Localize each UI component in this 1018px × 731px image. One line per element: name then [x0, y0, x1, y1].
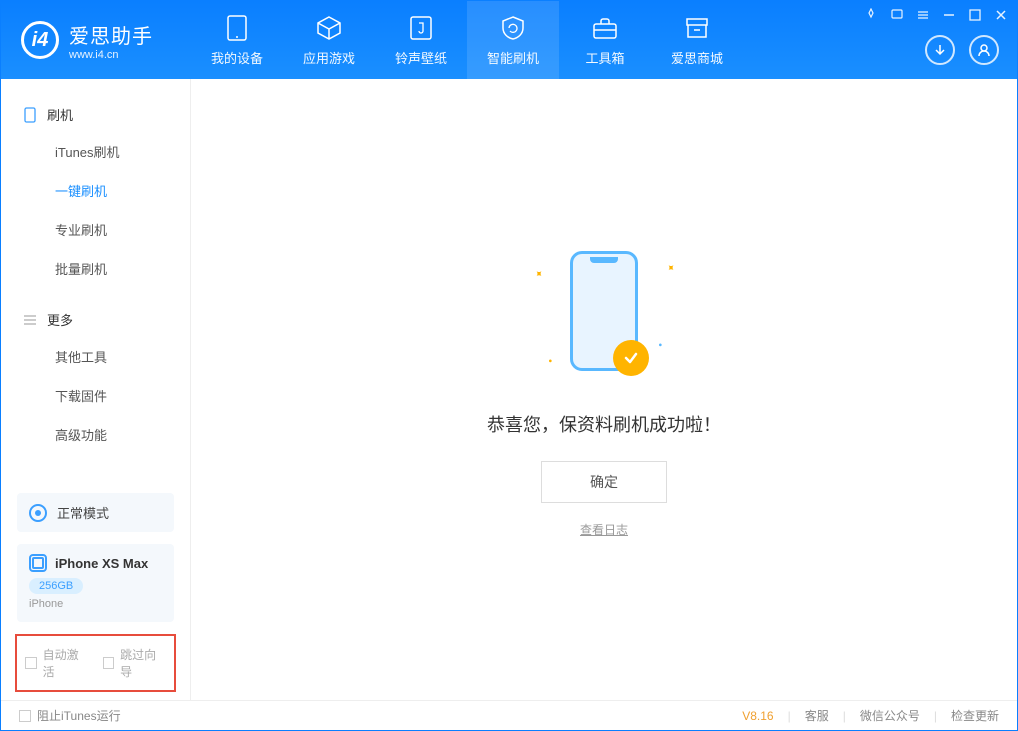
support-link[interactable]: 客服 — [805, 707, 829, 724]
confirm-button[interactable]: 确定 — [541, 461, 667, 503]
download-button[interactable] — [925, 35, 955, 65]
tab-toolbox[interactable]: 工具箱 — [559, 1, 651, 79]
list-icon — [23, 313, 37, 327]
toolbox-icon — [591, 14, 619, 42]
sparkle-icon: ✦ — [663, 262, 677, 276]
device-icon — [29, 554, 47, 572]
separator: | — [934, 709, 937, 723]
tab-label: 智能刷机 — [487, 48, 539, 67]
close-button[interactable] — [993, 7, 1009, 23]
sparkle-icon: • — [545, 356, 555, 366]
mode-icon — [29, 504, 47, 522]
app-body: 刷机 iTunes刷机 一键刷机 专业刷机 批量刷机 更多 其他工具 下载固件 … — [1, 79, 1017, 700]
theme-icon[interactable] — [863, 7, 879, 23]
sidebar-item-pro-flash[interactable]: 专业刷机 — [1, 210, 190, 249]
sidebar-section-flash: 刷机 — [1, 97, 190, 132]
tab-label: 工具箱 — [585, 48, 624, 67]
main-tabs: 我的设备 应用游戏 铃声壁纸 智能刷机 工具箱 — [191, 1, 743, 79]
checkbox-auto-activate[interactable]: 自动激活 — [25, 646, 89, 680]
header-right-actions — [925, 35, 999, 65]
mode-label: 正常模式 — [57, 503, 109, 522]
success-message: 恭喜您，保资料刷机成功啦！ — [487, 411, 721, 437]
sidebar-item-itunes-flash[interactable]: iTunes刷机 — [1, 132, 190, 171]
phone-icon — [23, 108, 37, 122]
logo-area: i4 爱思助手 www.i4.cn — [1, 20, 191, 61]
device-info-card[interactable]: iPhone XS Max 256GB iPhone — [17, 544, 174, 622]
sidebar-item-download-firmware[interactable]: 下载固件 — [1, 376, 190, 415]
main-content: ✦ ✦ • • 恭喜您，保资料刷机成功啦！ 确定 查看日志 — [191, 79, 1017, 700]
app-name: 爱思助手 — [69, 20, 153, 49]
checkbox-icon — [19, 710, 31, 722]
tab-smart-flash[interactable]: 智能刷机 — [467, 1, 559, 79]
checkbox-label: 自动激活 — [43, 646, 89, 680]
cube-icon — [315, 14, 343, 42]
separator: | — [843, 709, 846, 723]
statusbar-right: V8.16 | 客服 | 微信公众号 | 检查更新 — [742, 707, 999, 724]
bottom-checkboxes-highlight: 自动激活 跳过向导 — [15, 634, 176, 692]
tab-my-device[interactable]: 我的设备 — [191, 1, 283, 79]
check-badge-icon — [613, 340, 649, 376]
window-controls — [863, 7, 1009, 23]
checkbox-label: 阻止iTunes运行 — [37, 707, 121, 724]
tab-ringtones[interactable]: 铃声壁纸 — [375, 1, 467, 79]
section-title: 刷机 — [47, 105, 73, 124]
tab-label: 应用游戏 — [303, 48, 355, 67]
feedback-icon[interactable] — [889, 7, 905, 23]
sidebar-item-batch-flash[interactable]: 批量刷机 — [1, 249, 190, 288]
success-illustration: ✦ ✦ • • — [524, 241, 684, 381]
phone-icon — [570, 251, 638, 371]
app-logo-icon: i4 — [21, 21, 59, 59]
statusbar-left: 阻止iTunes运行 — [19, 707, 121, 724]
device-icon — [223, 14, 251, 42]
device-name: iPhone XS Max — [55, 556, 148, 571]
sidebar: 刷机 iTunes刷机 一键刷机 专业刷机 批量刷机 更多 其他工具 下载固件 … — [1, 79, 191, 700]
sidebar-item-other-tools[interactable]: 其他工具 — [1, 337, 190, 376]
checkbox-icon — [103, 657, 115, 669]
sidebar-section-more: 更多 — [1, 302, 190, 337]
logo-text: 爱思助手 www.i4.cn — [69, 20, 153, 61]
app-version: V8.16 — [742, 709, 773, 723]
check-update-link[interactable]: 检查更新 — [951, 707, 999, 724]
separator: | — [788, 709, 791, 723]
checkbox-block-itunes[interactable]: 阻止iTunes运行 — [19, 707, 121, 724]
app-header: i4 爱思助手 www.i4.cn 我的设备 应用游戏 铃声壁纸 — [1, 1, 1017, 79]
tab-apps-games[interactable]: 应用游戏 — [283, 1, 375, 79]
status-bar: 阻止iTunes运行 V8.16 | 客服 | 微信公众号 | 检查更新 — [1, 700, 1017, 730]
storage-badge: 256GB — [29, 578, 83, 594]
device-mode-card[interactable]: 正常模式 — [17, 493, 174, 532]
tab-store[interactable]: 爱思商城 — [651, 1, 743, 79]
checkbox-skip-guide[interactable]: 跳过向导 — [103, 646, 167, 680]
account-button[interactable] — [969, 35, 999, 65]
tab-label: 铃声壁纸 — [395, 48, 447, 67]
checkbox-label: 跳过向导 — [120, 646, 166, 680]
music-icon — [407, 14, 435, 42]
menu-icon[interactable] — [915, 7, 931, 23]
sparkle-icon: ✦ — [531, 268, 545, 282]
wechat-link[interactable]: 微信公众号 — [860, 707, 920, 724]
tab-label: 爱思商城 — [671, 48, 723, 67]
checkbox-icon — [25, 657, 37, 669]
minimize-button[interactable] — [941, 7, 957, 23]
section-title: 更多 — [47, 310, 73, 329]
view-log-link[interactable]: 查看日志 — [580, 521, 628, 538]
maximize-button[interactable] — [967, 7, 983, 23]
sparkle-icon: • — [655, 340, 665, 350]
sidebar-item-advanced[interactable]: 高级功能 — [1, 415, 190, 454]
sidebar-item-oneclick-flash[interactable]: 一键刷机 — [1, 171, 190, 210]
refresh-shield-icon — [499, 14, 527, 42]
tab-label: 我的设备 — [211, 48, 263, 67]
device-row: iPhone XS Max — [29, 554, 162, 572]
device-type: iPhone — [29, 598, 162, 610]
app-url: www.i4.cn — [69, 49, 153, 61]
store-icon — [683, 14, 711, 42]
